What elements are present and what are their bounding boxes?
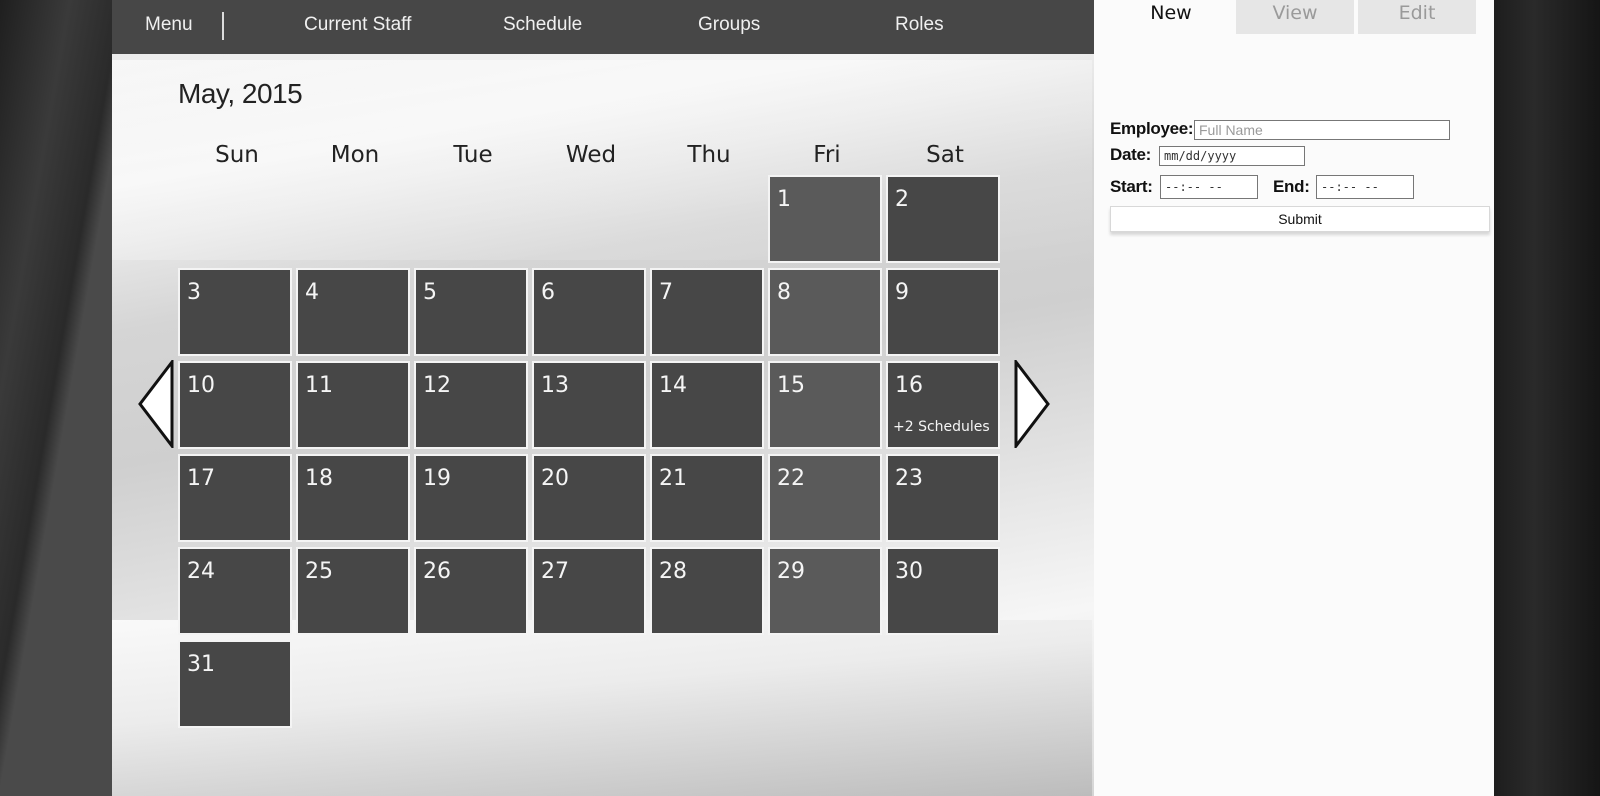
day-cell-27[interactable]: 27	[532, 547, 646, 635]
day-cell-30[interactable]: 30	[886, 547, 1000, 635]
tab-view[interactable]: View	[1236, 0, 1354, 34]
month-title: May, 2015	[178, 78, 303, 109]
start-label: Start:	[1110, 177, 1153, 196]
day-number: 14	[659, 373, 687, 398]
day-number: 16	[895, 373, 923, 398]
day-cell-4[interactable]: 4	[296, 268, 410, 356]
weekday-header: Thu	[687, 142, 731, 168]
day-cell-21[interactable]: 21	[650, 454, 764, 542]
day-number: 25	[305, 559, 333, 584]
day-cell-1[interactable]: 1	[768, 175, 882, 263]
day-number: 26	[423, 559, 451, 584]
day-number: 30	[895, 559, 923, 584]
day-number: 12	[423, 373, 451, 398]
nav-schedule[interactable]: Schedule	[503, 0, 582, 54]
day-number: 13	[541, 373, 569, 398]
day-cell-5[interactable]: 5	[414, 268, 528, 356]
nav-current-staff[interactable]: Current Staff	[304, 0, 411, 54]
day-schedule-count[interactable]: +2 Schedules	[893, 419, 990, 435]
day-cell-2[interactable]: 2	[886, 175, 1000, 263]
day-cell-15[interactable]: 15	[768, 361, 882, 449]
day-number: 2	[895, 187, 909, 212]
day-cell-16[interactable]: 16 +2 Schedules	[886, 361, 1000, 449]
weekday-header: Fri	[813, 142, 841, 168]
day-number: 20	[541, 466, 569, 491]
employee-input[interactable]	[1194, 120, 1450, 140]
day-number: 31	[187, 652, 215, 677]
day-cell-19[interactable]: 19	[414, 454, 528, 542]
day-number: 8	[777, 280, 791, 305]
day-number: 21	[659, 466, 687, 491]
day-number: 19	[423, 466, 451, 491]
day-cell-12[interactable]: 12	[414, 361, 528, 449]
day-cell-26[interactable]: 26	[414, 547, 528, 635]
day-cell-17[interactable]: 17	[178, 454, 292, 542]
day-number: 17	[187, 466, 215, 491]
day-number: 10	[187, 373, 215, 398]
weekday-header: Mon	[330, 142, 380, 168]
date-label: Date:	[1110, 145, 1152, 164]
top-navigation: Menu Current Staff Schedule Groups Roles	[112, 0, 1094, 54]
day-cell-14[interactable]: 14	[650, 361, 764, 449]
day-cell-13[interactable]: 13	[532, 361, 646, 449]
day-cell-24[interactable]: 24	[178, 547, 292, 635]
day-cell-10[interactable]: 10	[178, 361, 292, 449]
day-cell-25[interactable]: 25	[296, 547, 410, 635]
submit-button[interactable]: Submit	[1110, 206, 1490, 232]
day-number: 24	[187, 559, 215, 584]
nav-roles[interactable]: Roles	[895, 0, 944, 54]
day-number: 18	[305, 466, 333, 491]
day-number: 9	[895, 280, 909, 305]
weekday-header: Sun	[215, 142, 259, 168]
day-number: 3	[187, 280, 201, 305]
nav-divider	[222, 12, 224, 40]
employee-label: Employee:	[1110, 119, 1194, 138]
tab-new[interactable]: New	[1112, 0, 1230, 34]
weekday-header: Sat	[926, 142, 964, 168]
nav-groups[interactable]: Groups	[698, 0, 760, 54]
day-cell-9[interactable]: 9	[886, 268, 1000, 356]
tab-edit[interactable]: Edit	[1358, 0, 1476, 34]
day-number: 1	[777, 187, 791, 212]
date-input[interactable]: mm/dd/yyyy	[1159, 146, 1305, 166]
day-number: 6	[541, 280, 555, 305]
day-cell-23[interactable]: 23	[886, 454, 1000, 542]
day-cell-20[interactable]: 20	[532, 454, 646, 542]
day-cell-7[interactable]: 7	[650, 268, 764, 356]
day-cell-3[interactable]: 3	[178, 268, 292, 356]
day-number: 22	[777, 466, 805, 491]
weekday-header: Wed	[565, 142, 617, 168]
day-number: 28	[659, 559, 687, 584]
day-cell-8[interactable]: 8	[768, 268, 882, 356]
day-number: 29	[777, 559, 805, 584]
day-cell-28[interactable]: 28	[650, 547, 764, 635]
nav-menu[interactable]: Menu	[145, 0, 193, 54]
day-number: 4	[305, 280, 319, 305]
day-cell-31[interactable]: 31	[178, 640, 292, 728]
start-time-input[interactable]: --:-- --	[1160, 175, 1258, 199]
triangle-left-icon[interactable]	[138, 360, 174, 448]
day-cell-6[interactable]: 6	[532, 268, 646, 356]
day-number: 15	[777, 373, 805, 398]
day-number: 11	[305, 373, 333, 398]
day-cell-22[interactable]: 22	[768, 454, 882, 542]
day-number: 7	[659, 280, 673, 305]
weekday-header: Tue	[453, 142, 493, 168]
day-cell-29[interactable]: 29	[768, 547, 882, 635]
triangle-right-icon[interactable]	[1014, 360, 1050, 448]
day-number: 23	[895, 466, 923, 491]
day-number: 27	[541, 559, 569, 584]
end-time-input[interactable]: --:-- --	[1316, 175, 1414, 199]
day-cell-11[interactable]: 11	[296, 361, 410, 449]
day-cell-18[interactable]: 18	[296, 454, 410, 542]
end-label: End:	[1273, 177, 1310, 196]
page-backdrop-right	[1490, 0, 1600, 796]
day-number: 5	[423, 280, 437, 305]
